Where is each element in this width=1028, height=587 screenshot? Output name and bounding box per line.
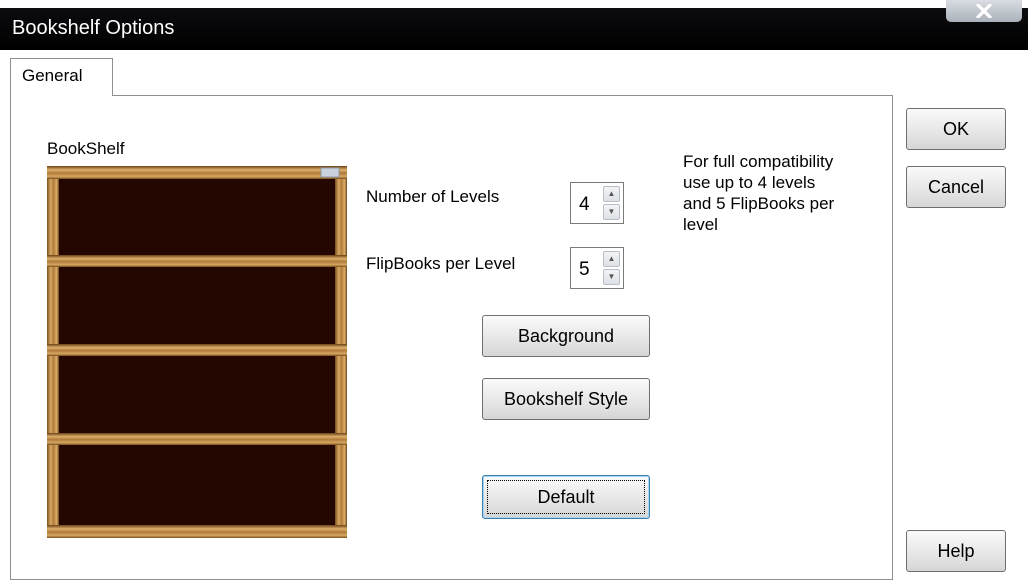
help-button-label: Help <box>937 540 975 561</box>
shelf-corner-icon <box>320 167 340 178</box>
cancel-button-label: Cancel <box>927 176 985 197</box>
note-line: use up to 4 levels <box>683 173 816 192</box>
flipbooks-per-level-value: 5 <box>579 259 590 280</box>
shelf-board-3 <box>47 433 347 445</box>
shelf-bottom-board <box>47 525 347 538</box>
default-button-label: Default <box>537 486 595 507</box>
compatibility-note: For full compatibility use up to 4 level… <box>683 151 883 235</box>
spin-down-icon[interactable]: ▼ <box>603 269 620 285</box>
ok-button-label: OK <box>942 118 969 139</box>
title-bar[interactable]: Bookshelf Options <box>0 8 1028 50</box>
ok-button[interactable]: OK <box>906 108 1006 150</box>
cancel-button[interactable]: Cancel <box>906 166 1006 208</box>
number-of-levels-spinner[interactable]: 4 ▲ ▼ <box>570 182 624 224</box>
bookshelf-preview <box>47 166 347 538</box>
spin-down-icon[interactable]: ▼ <box>603 204 620 220</box>
default-button[interactable]: Default <box>482 475 650 519</box>
bookshelf-style-button[interactable]: Bookshelf Style <box>482 378 650 420</box>
note-line: and 5 FlipBooks per <box>683 194 835 213</box>
help-button[interactable]: Help <box>906 530 1006 572</box>
background-button[interactable]: Background <box>482 315 650 357</box>
bookshelf-style-button-label: Bookshelf Style <box>503 388 629 409</box>
number-of-levels-value: 4 <box>579 194 590 215</box>
number-of-levels-label: Number of Levels <box>366 187 500 206</box>
background-button-label: Background <box>517 325 615 346</box>
close-button[interactable] <box>946 0 1022 22</box>
note-line: For full compatibility <box>683 152 834 171</box>
shelf-board-2 <box>47 344 347 356</box>
tab-general-label: General <box>22 66 83 85</box>
shelf-top-board <box>47 166 347 179</box>
tab-general[interactable]: General <box>10 58 113 96</box>
note-line: level <box>683 215 718 234</box>
flipbooks-per-level-spinner[interactable]: 5 ▲ ▼ <box>570 247 624 289</box>
window-title: Bookshelf Options <box>12 17 175 39</box>
flipbooks-per-level-label: FlipBooks per Level <box>366 254 516 273</box>
shelf-board-1 <box>47 255 347 267</box>
spin-up-icon[interactable]: ▲ <box>603 251 620 267</box>
close-icon <box>976 4 992 18</box>
spin-up-icon[interactable]: ▲ <box>603 186 620 202</box>
bookshelf-label: BookShelf <box>47 139 125 158</box>
